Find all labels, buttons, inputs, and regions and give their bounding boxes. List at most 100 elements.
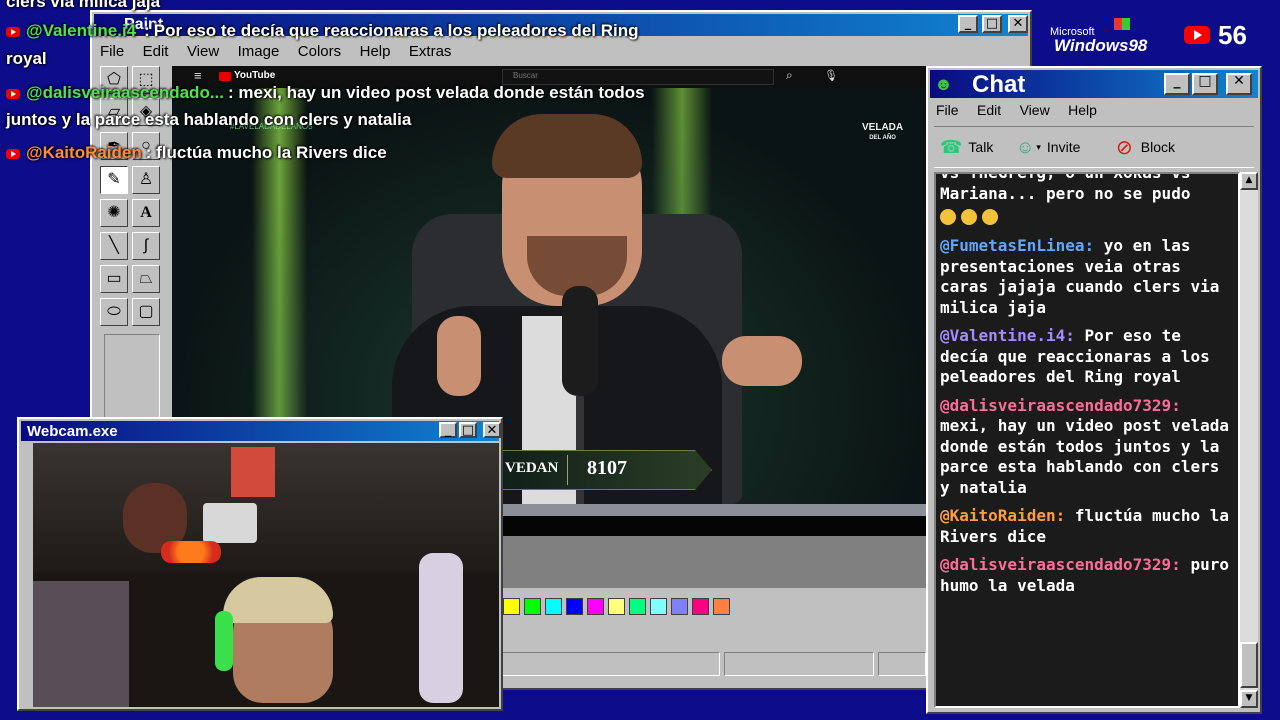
status-pane (502, 652, 720, 676)
menu-edit[interactable]: Edit (143, 43, 169, 60)
play-button-award (203, 503, 257, 543)
minimize-button[interactable]: _ (958, 15, 978, 33)
chat-messages[interactable]: vs TheGrefg, o un Xokas vs Mariana... pe… (934, 172, 1240, 708)
chat-menu-edit[interactable]: Edit (977, 102, 1001, 118)
chat-message: @dalisveiraascendado7329: puro humo la v… (940, 555, 1236, 596)
close-button[interactable]: ✕ (1008, 15, 1028, 33)
chat-maximize-button[interactable]: □ (1192, 73, 1218, 95)
chat-toolbar: ☎ Talk ☺ ▾ Invite ⊘ Block (934, 126, 1254, 168)
overlay-text: clers via milica jaja (6, 0, 161, 11)
color-swatch[interactable] (629, 598, 646, 615)
scroll-up-arrow-icon[interactable]: ▲ (1240, 172, 1258, 190)
webcam-window: Webcam.exe _ □ ✕ (17, 417, 503, 711)
velada-logo-title: VELADA (862, 122, 904, 133)
maximize-button[interactable]: □ (982, 15, 1002, 33)
webcam-maximize-button[interactable]: □ (459, 422, 477, 438)
line-tool-icon[interactable]: ╲ (100, 232, 128, 260)
headphones (215, 611, 233, 671)
brush-tool-icon[interactable]: ♙ (132, 166, 160, 194)
chat-username[interactable]: @dalisveiraascendado7329: (940, 555, 1181, 574)
talk-button[interactable]: ☎ Talk (940, 133, 993, 161)
webcam-minimize-button[interactable]: _ (439, 422, 457, 438)
menu-colors[interactable]: Colors (298, 43, 341, 60)
chat-username[interactable]: @FumetasEnLinea: (940, 236, 1094, 255)
color-swatch[interactable] (608, 598, 625, 615)
invite-dropdown-icon: ▾ (1036, 141, 1041, 152)
emoji-row (940, 208, 1236, 226)
overlay-message-2-cont: juntos y la parce esta hablando con cler… (6, 110, 411, 130)
overlay-text: : mexi, hay un video post velada donde e… (228, 83, 645, 102)
chat-message-text: vs TheGrefg, o un Xokas vs Mariana... pe… (940, 172, 1191, 203)
color-swatch[interactable] (692, 598, 709, 615)
invite-button[interactable]: ☺ ▾ Invite (1016, 133, 1080, 161)
angry-emoji-icon (961, 208, 977, 225)
color-swatch[interactable] (566, 598, 583, 615)
disappointed-emoji-icon (940, 208, 956, 225)
color-swatch[interactable] (713, 598, 730, 615)
youtube-icon (1184, 26, 1210, 44)
color-swatch[interactable] (524, 598, 541, 615)
chat-menu-file[interactable]: File (936, 102, 959, 118)
menu-view[interactable]: View (187, 43, 219, 60)
overlay-message-2: @dalisveiraascendado...: mexi, hay un vi… (6, 83, 645, 103)
chat-menu-view[interactable]: View (1020, 102, 1050, 118)
chat-message: @dalisveiraascendado7329: mexi, hay un v… (940, 396, 1236, 499)
microphone-icon[interactable]: 🎙 (824, 69, 838, 82)
overlay-separator: : (144, 21, 150, 40)
chat-username[interactable]: @dalisveiraascendado7329: (940, 396, 1181, 415)
streamer-cap (223, 577, 333, 623)
ellipse-tool-icon[interactable]: ⬭ (100, 298, 128, 326)
block-button[interactable]: ⊘ Block (1116, 133, 1175, 161)
status-pane (878, 652, 926, 676)
overlay-message-1-cont: royal (6, 49, 47, 69)
curve-tool-icon[interactable]: ∫ (132, 232, 160, 260)
menu-extras[interactable]: Extras (409, 43, 452, 60)
chat-message: @KaitoRaiden: fluctúa mucho la Rivers di… (940, 506, 1236, 547)
youtube-icon (6, 88, 20, 99)
webcam-feed (33, 443, 499, 707)
chat-window: ☻ Chat _ □ ✕ File Edit View Help ☎ Talk … (926, 66, 1262, 714)
youtube-logo-icon[interactable] (219, 72, 231, 81)
color-swatch[interactable] (587, 598, 604, 615)
chat-username[interactable]: @Valentine.i4: (940, 326, 1075, 345)
overlay-message-1: @Valentine.i4: Por eso te decía que reacc… (6, 21, 639, 41)
webcam-close-button[interactable]: ✕ (483, 422, 501, 438)
airbrush-tool-icon[interactable]: ✺ (100, 199, 128, 227)
scroll-down-arrow-icon[interactable]: ▼ (1240, 690, 1258, 708)
youtube-icon (6, 26, 20, 37)
chat-menubar: File Edit View Help (936, 102, 1111, 120)
color-swatch[interactable] (545, 598, 562, 615)
rounded-rect-tool-icon[interactable]: ▢ (132, 298, 160, 326)
menu-image[interactable]: Image (238, 43, 280, 60)
chat-message: @FumetasEnLinea: yo en las presentacione… (940, 236, 1236, 318)
chat-people-icon: ☻ (934, 74, 953, 94)
menu-help[interactable]: Help (360, 43, 391, 60)
viewer-count: 56 (1184, 20, 1247, 50)
text-tool-icon[interactable]: A (132, 199, 160, 227)
chat-username[interactable]: @KaitoRaiden: (940, 506, 1065, 525)
microphone (562, 286, 598, 396)
rectangle-tool-icon[interactable]: ▭ (100, 265, 128, 293)
chat-minimize-button[interactable]: _ (1164, 73, 1190, 95)
overlay-text: Por eso te decía que reaccionaras a los … (153, 21, 639, 40)
color-swatch[interactable] (503, 598, 520, 615)
chat-scrollbar[interactable]: ▲ ▼ (1240, 172, 1258, 708)
scroll-thumb[interactable] (1240, 642, 1258, 688)
chat-menu-help[interactable]: Help (1068, 102, 1097, 118)
chat-close-button[interactable]: ✕ (1226, 73, 1252, 95)
webcam-titlebar[interactable]: Webcam.exe (21, 421, 499, 441)
overlay-text: : fluctúa mucho la Rivers dice (145, 143, 387, 162)
tool-options-box[interactable] (104, 334, 160, 420)
menu-file[interactable]: File (100, 43, 124, 60)
hamburger-icon[interactable]: ≡ (194, 68, 202, 83)
polygon-tool-icon[interactable]: ⏢ (132, 265, 160, 293)
webcam-title: Webcam.exe (27, 422, 118, 440)
overlay-message-3: @KaitoRaiden: fluctúa mucho la Rivers di… (6, 143, 387, 163)
windows98-logo: Microsoft Windows98 (1046, 18, 1166, 58)
color-swatch[interactable] (650, 598, 667, 615)
color-swatch[interactable] (671, 598, 688, 615)
figurine (419, 553, 463, 703)
search-icon[interactable]: ⌕ (786, 68, 793, 83)
overlay-username: @dalisveiraascendado... (26, 83, 224, 102)
pencil-tool-icon[interactable]: ✎ (100, 166, 128, 194)
